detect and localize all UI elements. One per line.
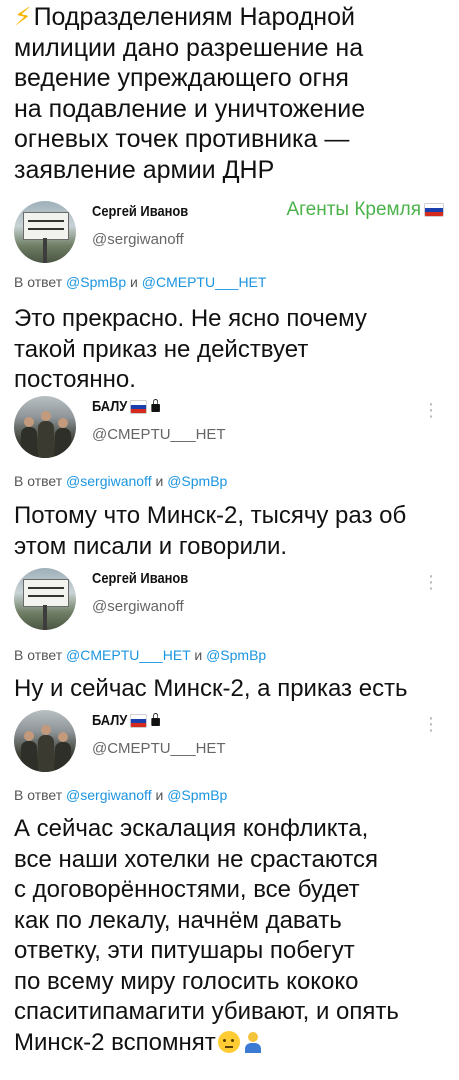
tweet-4-last-line: Минск-2 вспомнят [14, 1028, 454, 1059]
tweet-1-text: Это прекрасно. Не ясно почему такой прик… [14, 305, 367, 393]
mention-link[interactable]: @SpmBp [66, 274, 126, 290]
mention-link[interactable]: @CMEPTU___HET [66, 647, 190, 663]
russia-flag-icon [129, 400, 148, 415]
mention-link[interactable]: @CMEPTU___HET [142, 274, 267, 290]
author-handle[interactable]: @CMEPTU___HET [92, 740, 226, 757]
more-vertical-icon[interactable]: ⋮ [422, 714, 440, 735]
avatar[interactable] [14, 710, 76, 772]
author-handle[interactable]: @sergiwanoff [92, 598, 184, 615]
author-handle[interactable]: @sergiwanoff [92, 231, 184, 248]
avatar[interactable] [14, 396, 76, 458]
headline-line-1: ⚡Подразделениям Народной [14, 2, 355, 31]
reply-context: В ответ @sergiwanoff и @SpmBp [14, 473, 228, 489]
reply-context: В ответ @CMEPTU___HET и @SpmBp [14, 647, 267, 663]
author-name[interactable]: Сергей Иванов [92, 570, 188, 587]
tweet-4-header: БАЛУ @CMEPTU___HET ⋮ [14, 706, 454, 772]
neutral-face-emoji [217, 1030, 240, 1053]
headline-line-4: на подавление и уничтожение [14, 94, 366, 123]
tweet-1-header: Сергей Иванов @sergiwanoff Агенты Кремля [14, 197, 454, 263]
mention-link[interactable]: @SpmBp [167, 473, 227, 489]
facepalm-person-emoji [242, 1031, 264, 1053]
author-name[interactable]: БАЛУ [92, 398, 161, 415]
tweet-3-header: Сергей Иванов @sergiwanoff ⋮ [14, 564, 454, 630]
tweet-4-text: А сейчас эскалация конфликта, все наши х… [14, 814, 454, 1058]
tweet-2-header: БАЛУ @CMEPTU___HET ⋮ [14, 392, 454, 458]
russia-flag-icon [129, 714, 148, 729]
more-vertical-icon[interactable]: ⋮ [422, 400, 440, 421]
road-sign-image [23, 212, 69, 240]
tweet-2-text: Потому что Минск-2, тысячу раз об этом п… [14, 502, 407, 560]
headline-line-3: ведение упреждающего огня [14, 64, 349, 92]
russia-flag-icon [424, 202, 444, 217]
mention-link[interactable]: @sergiwanoff [66, 787, 152, 803]
reply-context: В ответ @sergiwanoff и @SpmBp [14, 787, 228, 803]
mention-link[interactable]: @sergiwanoff [66, 473, 152, 489]
author-name[interactable]: Сергей Иванов [92, 203, 188, 220]
lock-icon [151, 713, 161, 727]
headline-line-5: огневых точек противника — [14, 125, 350, 153]
headline: ⚡Подразделениям Народной милиции дано ра… [14, 2, 454, 185]
author-handle[interactable]: @CMEPTU___HET [92, 426, 226, 443]
mention-link[interactable]: @SpmBp [206, 647, 266, 663]
avatar[interactable] [14, 201, 76, 263]
author-name[interactable]: БАЛУ [92, 712, 161, 729]
profile-badge: Агенты Кремля [286, 199, 444, 221]
mention-link[interactable]: @SpmBp [167, 787, 227, 803]
lightning-icon: ⚡ [14, 2, 32, 31]
headline-line-6: заявление армии ДНР [14, 155, 275, 184]
road-sign-image [23, 579, 69, 607]
tweet-3-text: Ну и сейчас Минск-2, а приказ есть [14, 675, 408, 702]
headline-line-2: милиции дано разрешение на [14, 33, 364, 62]
more-vertical-icon[interactable]: ⋮ [422, 572, 440, 593]
reply-context: В ответ @SpmBp и @CMEPTU___HET [14, 274, 267, 290]
avatar[interactable] [14, 568, 76, 630]
lock-icon [151, 399, 161, 413]
